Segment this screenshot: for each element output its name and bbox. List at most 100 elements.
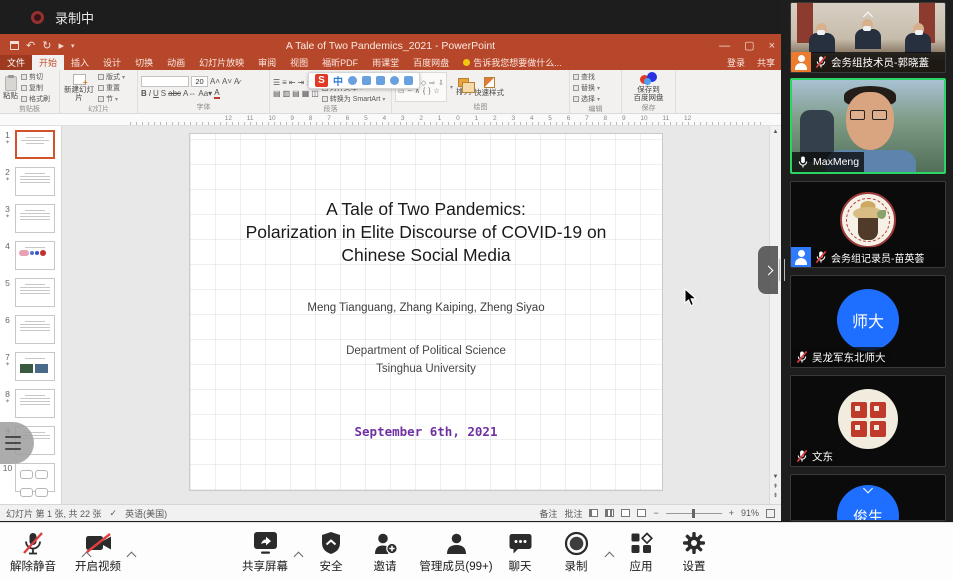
invite-button[interactable]: 邀请 <box>357 530 413 574</box>
ime-mode-chinese[interactable]: 中 <box>333 73 343 88</box>
tab-home[interactable]: 开始 <box>32 55 64 70</box>
redo-icon[interactable]: ↻ <box>42 39 51 52</box>
replace-button[interactable]: 替换▾ <box>573 83 600 93</box>
thumbnail-slide-10[interactable]: 10 <box>0 463 61 494</box>
share-screen-button[interactable]: 共享屏幕 <box>233 530 297 574</box>
quick-styles-button[interactable]: 快速样式 <box>474 72 504 102</box>
bold-button[interactable]: B <box>141 89 147 98</box>
tab-baidu-netdisk[interactable]: 百度网盘 <box>406 55 456 70</box>
video-tile-participant-5[interactable]: 文东 <box>790 375 946 467</box>
slide-sorter-icon[interactable] <box>605 509 614 517</box>
reading-view-icon[interactable] <box>621 509 630 517</box>
ime-toolbox-icon[interactable] <box>404 76 413 85</box>
clear-format-icon[interactable]: A̷ <box>234 77 239 86</box>
minimize-icon[interactable]: — <box>719 40 730 52</box>
slide-canvas-area[interactable]: A Tale of Two Pandemics: Polarization in… <box>62 126 769 504</box>
shrink-font-icon[interactable]: A˅ <box>222 77 232 86</box>
apps-button[interactable]: 应用 <box>613 530 669 574</box>
comments-button[interactable]: 批注 <box>564 507 582 520</box>
notes-button[interactable]: 备注 <box>539 507 557 520</box>
italic-button[interactable]: I <box>149 89 151 98</box>
new-slide-button[interactable]: 新建幻灯片 <box>63 72 95 104</box>
restore-icon[interactable]: ▢ <box>744 39 754 52</box>
align-left-icon[interactable]: ▤ <box>273 89 281 98</box>
change-case-icon[interactable]: Aa▾ <box>198 89 212 98</box>
tab-design[interactable]: 设计 <box>96 55 128 70</box>
tell-me-box[interactable]: 告诉我您想要做什么... <box>456 55 569 70</box>
panel-collapse-handle[interactable] <box>758 246 778 294</box>
settings-button[interactable]: 设置 <box>666 530 722 574</box>
indent-decrease-icon[interactable]: ⇤ <box>289 78 296 87</box>
slideshow-icon[interactable]: ▸ <box>58 39 64 52</box>
close-icon[interactable]: × <box>769 40 775 52</box>
zoom-slider-thumb[interactable] <box>692 509 695 518</box>
section-button[interactable]: 节▾ <box>98 94 125 104</box>
paste-button[interactable]: 粘贴 <box>3 72 18 104</box>
ime-keyboard-icon[interactable] <box>376 76 385 85</box>
panel-collapse-down-icon[interactable] <box>865 479 872 497</box>
char-spacing-icon[interactable]: A⇔ <box>183 89 196 98</box>
video-tile-participant-6[interactable]: 俊生 <box>790 474 946 521</box>
share-button[interactable]: 共享 <box>757 56 775 69</box>
spellcheck-icon[interactable]: ✓ <box>110 508 118 519</box>
panel-collapse-up-icon[interactable] <box>865 7 872 25</box>
strikethrough-button[interactable]: abc <box>168 89 181 98</box>
select-button[interactable]: 选择▾ <box>573 94 600 104</box>
save-icon[interactable] <box>10 41 19 50</box>
sogou-logo-icon[interactable]: S <box>315 74 328 87</box>
ime-skin-icon[interactable] <box>390 76 399 85</box>
window-controls[interactable]: — ▢ × <box>719 34 775 57</box>
align-center-icon[interactable]: ▥ <box>283 89 291 98</box>
ime-emoji-icon[interactable] <box>348 76 357 85</box>
align-right-icon[interactable]: ▤ <box>292 89 300 98</box>
video-tile-maxmeng[interactable]: MaxMeng <box>790 78 946 174</box>
tab-rain-classroom[interactable]: 雨课堂 <box>365 55 406 70</box>
video-tile-participant-4[interactable]: 师大 文东 吴龙军东北师大 <box>790 275 946 368</box>
record-button[interactable]: 录制 <box>548 530 604 574</box>
indent-increase-icon[interactable]: ⇥ <box>298 78 305 87</box>
slide-date[interactable]: September 6th, 2021 <box>210 424 642 439</box>
previous-slide-icon[interactable]: ⇞ <box>773 483 778 493</box>
font-size-box[interactable]: 20 <box>191 76 208 87</box>
numbering-icon[interactable]: ≡ <box>282 78 287 87</box>
zoom-slider[interactable] <box>666 513 722 514</box>
underline-button[interactable]: U <box>153 89 159 98</box>
manage-members-button[interactable]: 管理成员(99+) <box>412 530 500 574</box>
reset-button[interactable]: 重置 <box>98 83 125 93</box>
start-video-button[interactable]: 开启视频 <box>66 530 130 574</box>
save-to-baidu-button[interactable]: 保存到 百度网盘 <box>634 72 664 103</box>
video-tile-participant-1[interactable]: 会务组技术员-郭晓蓋 <box>790 2 946 73</box>
thumbnail-slide-1[interactable]: 1✦ <box>0 130 61 161</box>
scroll-down-icon[interactable]: ▼ <box>773 473 779 483</box>
thumbnail-slide-5[interactable]: 5 <box>0 278 61 309</box>
quick-access-toolbar[interactable]: ↶ ↻ ▸ ▾ <box>10 39 74 52</box>
thumbnail-slide-2[interactable]: 2✦ <box>0 167 61 198</box>
thumbnail-slide-3[interactable]: 3✦ <box>0 204 61 235</box>
unmute-button[interactable]: 解除静音 <box>2 530 64 574</box>
font-color-button[interactable]: A <box>214 89 219 99</box>
justify-icon[interactable]: ▦ <box>302 89 310 98</box>
grow-font-icon[interactable]: A˄ <box>210 77 220 86</box>
thumbnail-slide-8[interactable]: 8✦ <box>0 389 61 420</box>
tab-foxit-pdf[interactable]: 福昕PDF <box>315 55 365 70</box>
find-button[interactable]: 查找 <box>573 72 600 82</box>
shadow-button[interactable]: S <box>161 89 166 98</box>
tab-slideshow[interactable]: 幻灯片放映 <box>192 55 251 70</box>
tab-review[interactable]: 审阅 <box>251 55 283 70</box>
thumbnail-slide-7[interactable]: 7✦ <box>0 352 61 383</box>
bullets-icon[interactable]: ☰ <box>273 78 280 87</box>
smartart-button[interactable]: 转换为 SmartArt▾ <box>322 94 386 104</box>
slide-authors[interactable]: Meng Tianguang, Zhang Kaiping, Zheng Siy… <box>210 302 642 314</box>
zoom-level[interactable]: 91% <box>741 508 759 518</box>
chat-button[interactable]: 聊天 <box>492 530 548 574</box>
slide-title[interactable]: A Tale of Two Pandemics: Polarization in… <box>210 198 642 266</box>
video-options-chevron[interactable] <box>128 547 135 565</box>
slide-affiliation[interactable]: Department of Political Science Tsinghua… <box>210 342 642 379</box>
zoom-out-icon[interactable]: − <box>653 508 658 518</box>
undo-icon[interactable]: ↶ <box>26 39 35 52</box>
sign-in-link[interactable]: 登录 <box>727 56 745 69</box>
next-slide-icon[interactable]: ⇟ <box>773 492 778 502</box>
copy-button[interactable]: 复制 <box>21 83 50 93</box>
scroll-up-icon[interactable]: ▲ <box>773 128 779 138</box>
cut-button[interactable]: 剪切 <box>21 72 50 82</box>
